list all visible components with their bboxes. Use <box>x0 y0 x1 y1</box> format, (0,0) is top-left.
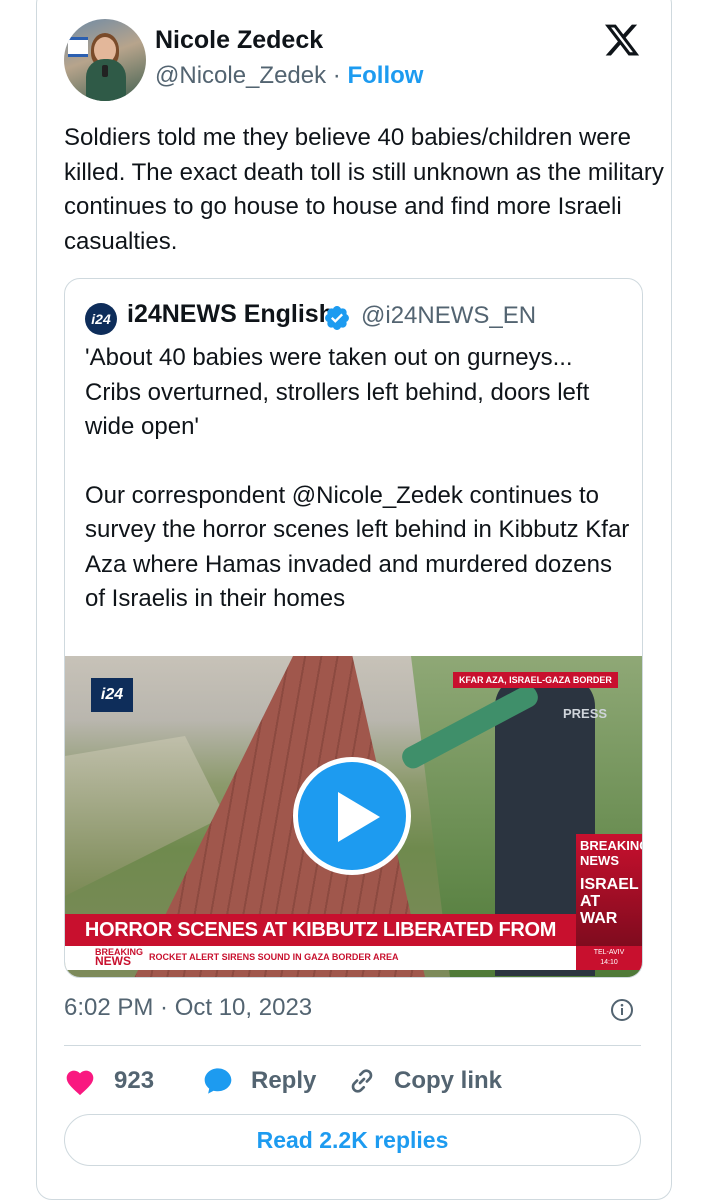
speech-bubble-icon <box>204 1068 232 1094</box>
info-icon[interactable] <box>610 998 634 1022</box>
tweet-text: Soldiers told me they believe 40 babies/… <box>64 124 664 255</box>
i24-logo-icon: i24 <box>85 303 117 335</box>
press-vest-text: PRESS <box>563 706 608 721</box>
news-label: NEWS <box>580 853 619 868</box>
news-ticker: BREAKING NEWS ROCKET ALERT SIRENS SOUND … <box>65 946 642 970</box>
war-label: ISRAEL AT WAR <box>580 876 639 927</box>
tweet-timestamp[interactable]: 6:02 PM · Oct 10, 2023 <box>64 994 312 1022</box>
quoted-author-name: i24NEWS English <box>127 300 334 328</box>
quoted-author-handle: @i24NEWS_EN <box>361 302 537 329</box>
follow-button[interactable]: Follow <box>347 62 423 89</box>
war-line: AT <box>580 893 601 910</box>
ticker-clock: TEL-AVIV 14:10 <box>576 946 642 970</box>
ticker-text: ROCKET ALERT SIRENS SOUND IN GAZA BORDER… <box>149 952 399 962</box>
author-handle-row: @Nicole_Zedek · Follow <box>155 62 423 90</box>
quoted-paragraph: 'About 40 babies were taken out on gurne… <box>85 344 590 440</box>
author-name[interactable]: Nicole Zedeck <box>155 26 323 55</box>
verified-badge-icon <box>325 306 349 330</box>
divider <box>64 1045 641 1046</box>
author-handle[interactable]: @Nicole_Zedek <box>155 62 326 89</box>
link-icon <box>351 1069 373 1093</box>
microphone-icon <box>102 65 108 77</box>
copy-link-label: Copy link <box>394 1067 503 1094</box>
read-replies-button[interactable]: Read 2.2K replies <box>64 1114 641 1166</box>
ticker-breaking-label: BREAKING NEWS <box>95 948 143 968</box>
ticker-breaking-bottom: NEWS <box>95 954 131 968</box>
play-button[interactable] <box>293 757 411 875</box>
ticker-time: 14:10 <box>600 959 618 966</box>
like-button[interactable]: 923 <box>64 1061 154 1101</box>
x-logo-icon[interactable] <box>603 20 641 60</box>
ticker-city: TEL-AVIV <box>593 949 625 956</box>
author-avatar[interactable] <box>64 19 146 101</box>
reply-label: Reply <box>251 1067 317 1094</box>
action-bar: 923 Reply Copy link <box>64 1061 641 1101</box>
copy-link-button[interactable]: Copy link <box>346 1061 502 1101</box>
heart-icon <box>66 1070 94 1096</box>
separator-dot: · <box>332 62 341 89</box>
news-headline: HORROR SCENES AT KIBBUTZ LIBERATED FROM … <box>65 914 576 973</box>
quoted-tweet-text: 'About 40 babies were taken out on gurne… <box>85 341 630 651</box>
quoted-paragraph: Our correspondent @Nicole_Zedek continue… <box>85 481 630 613</box>
breaking-news-box: BREAKING NEWS ISRAEL AT WAR <box>576 834 642 954</box>
quoted-tweet[interactable]: i24 i24NEWS English @i24NEWS_EN 'About 4… <box>64 278 643 978</box>
reply-button[interactable]: Reply <box>201 1061 316 1101</box>
video-player[interactable]: PRESS i24 KFAR AZA, ISRAEL-GAZA BORDER B… <box>65 656 642 977</box>
war-line: WAR <box>580 910 618 927</box>
breaking-label: BREAKING <box>580 838 642 853</box>
flag-shape <box>68 37 88 57</box>
play-icon <box>338 792 380 842</box>
like-count: 923 <box>114 1067 155 1094</box>
location-caption: KFAR AZA, ISRAEL-GAZA BORDER <box>453 672 618 688</box>
war-line: ISRAEL <box>580 876 639 893</box>
channel-logo: i24 <box>91 678 133 712</box>
